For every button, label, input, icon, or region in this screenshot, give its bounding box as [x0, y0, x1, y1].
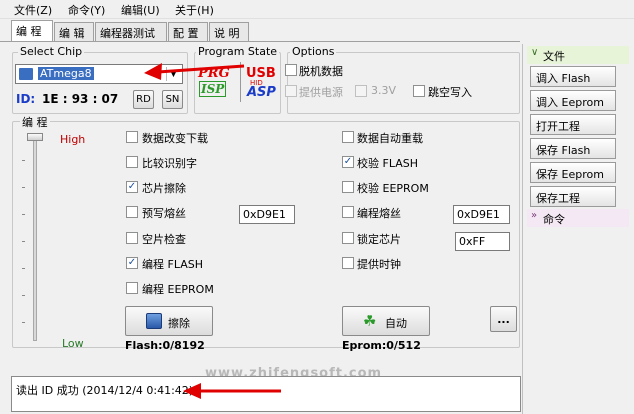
- download-on-change-checkbox[interactable]: [126, 131, 138, 143]
- rd-button[interactable]: RD: [133, 90, 154, 109]
- load-eeprom-button[interactable]: 调入 Eeprom: [530, 90, 616, 111]
- annotation-arrow-log: [183, 383, 281, 399]
- compare-signature-checkbox[interactable]: [126, 156, 138, 168]
- verify-eeprom-label: 校验 EEPROM: [357, 182, 429, 195]
- speed-slider-track[interactable]: [33, 136, 37, 341]
- provide-power-checkbox[interactable]: [285, 85, 297, 97]
- compare-signature-label: 比较识别字: [142, 157, 197, 170]
- chip-erase-checkbox[interactable]: ✓: [126, 181, 138, 193]
- lock-chip-checkbox[interactable]: [342, 232, 354, 244]
- auto-reload-label: 数据自动重载: [357, 132, 423, 145]
- slider-tick: [22, 322, 25, 323]
- chip-icon: [19, 68, 33, 80]
- auto-button-label: 自动: [385, 317, 407, 330]
- tab-program[interactable]: 编 程: [11, 20, 53, 42]
- lock-chip-label: 锁定芯片: [357, 233, 401, 246]
- skip-blank-checkbox[interactable]: [413, 85, 425, 97]
- provide-clock-checkbox[interactable]: [342, 257, 354, 269]
- blank-check-label: 空片检查: [142, 233, 186, 246]
- menu-about[interactable]: 关于(H): [175, 2, 214, 18]
- load-flash-button[interactable]: 调入 Flash: [530, 66, 616, 87]
- tab-help[interactable]: 说 明: [209, 22, 249, 41]
- chevron-up-icon: ∨: [531, 47, 539, 58]
- menu-bar: 文件(Z) 命令(Y) 编辑(U) 关于(H): [0, 0, 634, 19]
- prewrite-fuse-checkbox[interactable]: [126, 206, 138, 218]
- slider-tick: [22, 214, 25, 215]
- prewrite-fuse-label: 预写熔丝: [142, 207, 186, 220]
- fuse-input-left[interactable]: 0xD9E1: [239, 205, 295, 224]
- slider-tick: [22, 295, 25, 296]
- slider-tick: [22, 241, 25, 242]
- program-fuse-checkbox[interactable]: [342, 206, 354, 218]
- slider-tick: [22, 160, 25, 161]
- command-section-header[interactable]: » 命令: [527, 209, 629, 227]
- provide-power-label: 提供电源: [299, 86, 343, 99]
- chevron-right-icon: »: [531, 210, 538, 221]
- auto-reload-checkbox[interactable]: [342, 131, 354, 143]
- speed-high-label: High: [60, 133, 86, 146]
- erase-icon: [146, 313, 162, 329]
- file-section-header[interactable]: ∨ 文件: [527, 46, 629, 64]
- save-eeprom-button[interactable]: 保存 Eeprom: [530, 162, 616, 183]
- voltage-3v3-label: 3.3V: [371, 84, 397, 97]
- chip-select-value: ATmega8: [38, 67, 94, 80]
- lock-bits-input[interactable]: 0xFF: [455, 232, 510, 251]
- options-group: [287, 52, 520, 114]
- eprom-info: Eprom:0/512: [342, 339, 421, 352]
- erase-button[interactable]: 擦除: [125, 306, 213, 336]
- log-line: 读出 ID 成功 (2014/12/4 0:41:42): [16, 384, 194, 397]
- provide-clock-label: 提供时钟: [357, 258, 401, 271]
- program-group: [12, 121, 520, 348]
- more-button[interactable]: ...: [490, 306, 517, 332]
- save-project-button[interactable]: 保存工程: [530, 186, 616, 207]
- offline-data-label: 脱机数据: [299, 65, 343, 78]
- program-flash-checkbox[interactable]: ✓: [126, 257, 138, 269]
- tab-edit[interactable]: 编 辑: [54, 22, 94, 41]
- program-fuse-label: 编程熔丝: [357, 207, 401, 220]
- menu-edit[interactable]: 编辑(U): [121, 2, 160, 18]
- auto-button[interactable]: ☘ 自动: [342, 306, 430, 336]
- isp-indicator: ISP: [199, 81, 227, 97]
- tab-divider: [0, 41, 520, 42]
- program-eeprom-label: 编程 EEPROM: [142, 283, 214, 296]
- save-flash-button[interactable]: 保存 Flash: [530, 138, 616, 159]
- fuse-input-right[interactable]: 0xD9E1: [453, 205, 510, 224]
- sn-button[interactable]: SN: [162, 90, 183, 109]
- slider-tick: [22, 187, 25, 188]
- program-group-title: 编 程: [20, 114, 50, 130]
- id-value: 1E : 93 : 07: [42, 92, 119, 106]
- program-flash-label: 编程 FLASH: [142, 258, 203, 271]
- speed-low-label: Low: [62, 337, 84, 350]
- command-section-label: 命令: [543, 213, 565, 226]
- file-section-label: 文件: [543, 50, 565, 63]
- menu-file[interactable]: 文件(Z): [14, 2, 52, 18]
- skip-blank-label: 跳空写入: [428, 86, 472, 99]
- blank-check-checkbox[interactable]: [126, 232, 138, 244]
- flash-info: Flash:0/8192: [125, 339, 205, 352]
- run-icon: ☘: [363, 312, 377, 330]
- id-label: ID:: [16, 92, 36, 106]
- open-project-button[interactable]: 打开工程: [530, 114, 616, 135]
- download-on-change-label: 数据改变下载: [142, 132, 208, 145]
- slider-tick: [22, 268, 25, 269]
- verify-flash-checkbox[interactable]: ✓: [342, 156, 354, 168]
- options-title: Options: [290, 45, 337, 58]
- offline-data-checkbox[interactable]: [285, 64, 297, 76]
- program-state-title: Program State: [196, 45, 280, 58]
- annotation-arrow-chip: [144, 63, 245, 80]
- tab-programmer-test[interactable]: 编程器测试: [95, 22, 167, 41]
- speed-slider-thumb[interactable]: [27, 133, 43, 141]
- erase-button-label: 擦除: [168, 317, 190, 330]
- select-chip-title: Select Chip: [18, 45, 85, 58]
- program-eeprom-checkbox[interactable]: [126, 282, 138, 294]
- verify-eeprom-checkbox[interactable]: [342, 181, 354, 193]
- voltage-3v3-checkbox[interactable]: [355, 85, 367, 97]
- tab-config[interactable]: 配 置: [168, 22, 208, 41]
- chip-erase-label: 芯片擦除: [142, 182, 186, 195]
- menu-command[interactable]: 命令(Y): [68, 2, 105, 18]
- verify-flash-label: 校验 FLASH: [357, 157, 418, 170]
- asp-indicator: ASP: [247, 85, 276, 100]
